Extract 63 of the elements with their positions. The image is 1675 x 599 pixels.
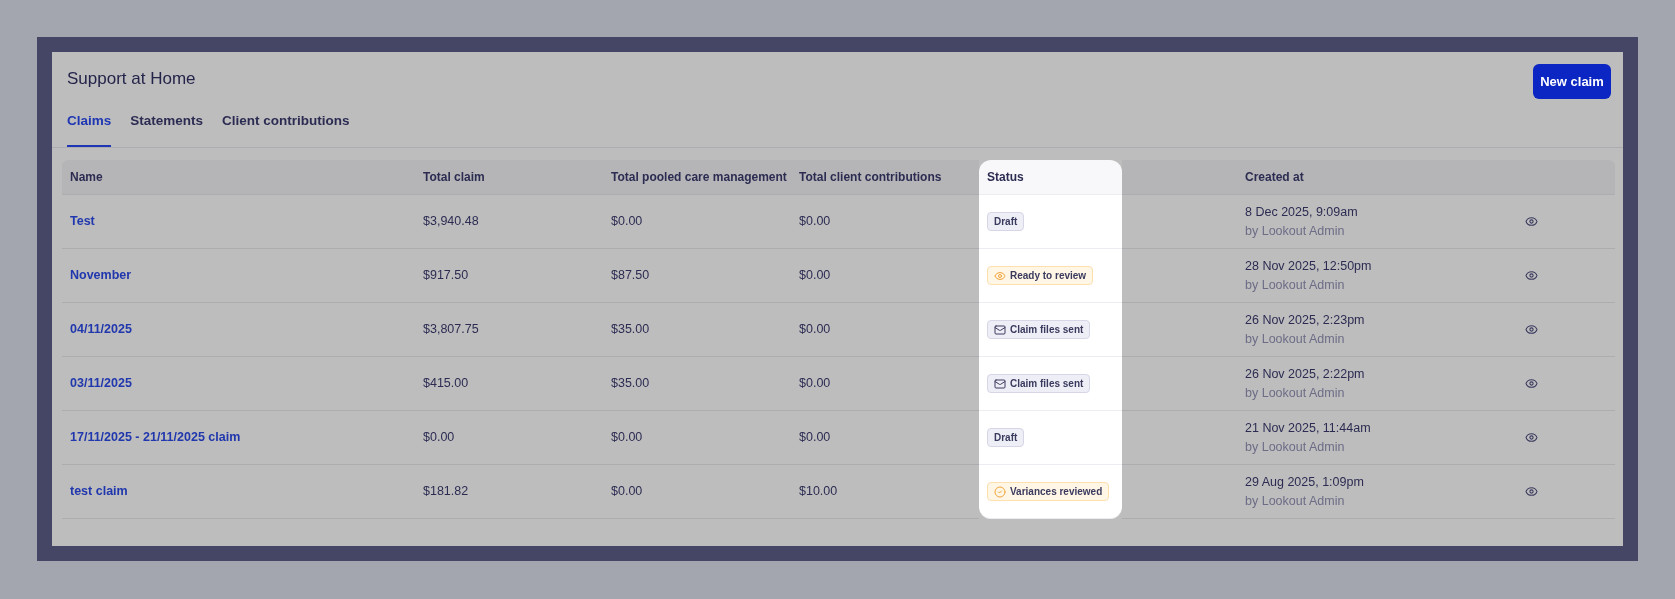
view-icon[interactable]: [1525, 377, 1538, 391]
table-cell-text: $0.00: [799, 321, 831, 339]
created-date: 8 Dec 2025, 9:09am: [1245, 204, 1359, 221]
created-date: 26 Nov 2025, 2:22pm: [1245, 366, 1366, 383]
created-date: 26 Nov 2025, 2:23pm: [1245, 312, 1366, 329]
view-icon[interactable]: [1525, 431, 1538, 445]
created-by: by Lookout Admin: [1245, 222, 1346, 240]
status-badge: Draft: [987, 212, 1025, 232]
table-cell-text: $0.00: [799, 375, 831, 393]
table-cell-text: $0.00: [611, 213, 643, 231]
table-cell-text: $3,940.48: [423, 213, 479, 231]
tab[interactable]: Client contributions: [222, 109, 350, 148]
column-header: Status: [979, 160, 1122, 196]
status-badge: Ready to review: [987, 266, 1094, 286]
claim-link[interactable]: 17/11/2025 - 21/11/2025 claim: [70, 428, 241, 448]
column-header: Name: [62, 160, 415, 196]
tab[interactable]: Claims: [67, 109, 112, 148]
view-icon[interactable]: [1525, 323, 1538, 337]
created-by: by Lookout Admin: [1245, 330, 1346, 348]
table-cell-text: $87.50: [611, 267, 650, 285]
new-claim-button[interactable]: New claim: [1533, 64, 1611, 99]
claim-link[interactable]: Test: [70, 212, 95, 232]
table-cell-text: $35.00: [611, 321, 650, 339]
table-cell-text: $0.00: [799, 429, 831, 447]
check-circle-icon: [994, 485, 1006, 498]
table-cell-text: $3,807.75: [423, 321, 479, 339]
created-date: 21 Nov 2025, 11:44am: [1245, 420, 1372, 437]
claim-link[interactable]: November: [70, 266, 132, 286]
table-cell-text: $0.00: [611, 429, 643, 447]
status-badge: Claim files sent: [987, 320, 1091, 340]
view-icon[interactable]: [1525, 485, 1538, 499]
created-by: by Lookout Admin: [1245, 492, 1346, 510]
view-icon[interactable]: [1525, 269, 1538, 283]
claim-link[interactable]: 04/11/2025: [70, 320, 132, 340]
created-date: 29 Aug 2025, 1:09pm: [1245, 474, 1365, 491]
table-cell-text: $917.50: [423, 267, 469, 285]
eye-icon: [994, 269, 1006, 282]
table-cell-text: $0.00: [799, 267, 831, 285]
table-cell-text: $415.00: [423, 375, 469, 393]
created-date: 28 Nov 2025, 12:50pm: [1245, 258, 1373, 275]
view-icon[interactable]: [1525, 215, 1538, 229]
table-cell-text: $10.00: [799, 483, 838, 501]
status-badge: Variances reviewed: [987, 482, 1110, 502]
table-cell-text: $0.00: [799, 213, 831, 231]
table-cell-text: $181.82: [423, 483, 469, 501]
status-badge: Draft: [987, 428, 1025, 448]
table-cell-text: $0.00: [611, 483, 643, 501]
tab[interactable]: Statements: [130, 109, 204, 148]
claim-link[interactable]: test claim: [70, 482, 128, 502]
created-by: by Lookout Admin: [1245, 438, 1346, 456]
column-header: Total pooled care management: [603, 160, 791, 196]
mail-icon: [994, 323, 1006, 336]
created-by: by Lookout Admin: [1245, 276, 1346, 294]
created-by: by Lookout Admin: [1245, 384, 1346, 402]
table-cell-text: $35.00: [611, 375, 650, 393]
status-badge: Claim files sent: [987, 374, 1091, 394]
table-cell-text: $0.00: [423, 429, 455, 447]
column-header: Created at: [1237, 160, 1510, 196]
mail-icon: [994, 377, 1006, 390]
claim-link[interactable]: 03/11/2025: [70, 374, 132, 394]
page-title: Support at Home: [67, 68, 196, 90]
column-header: Total client contributions: [791, 160, 979, 196]
column-header: Total claim: [415, 160, 603, 196]
